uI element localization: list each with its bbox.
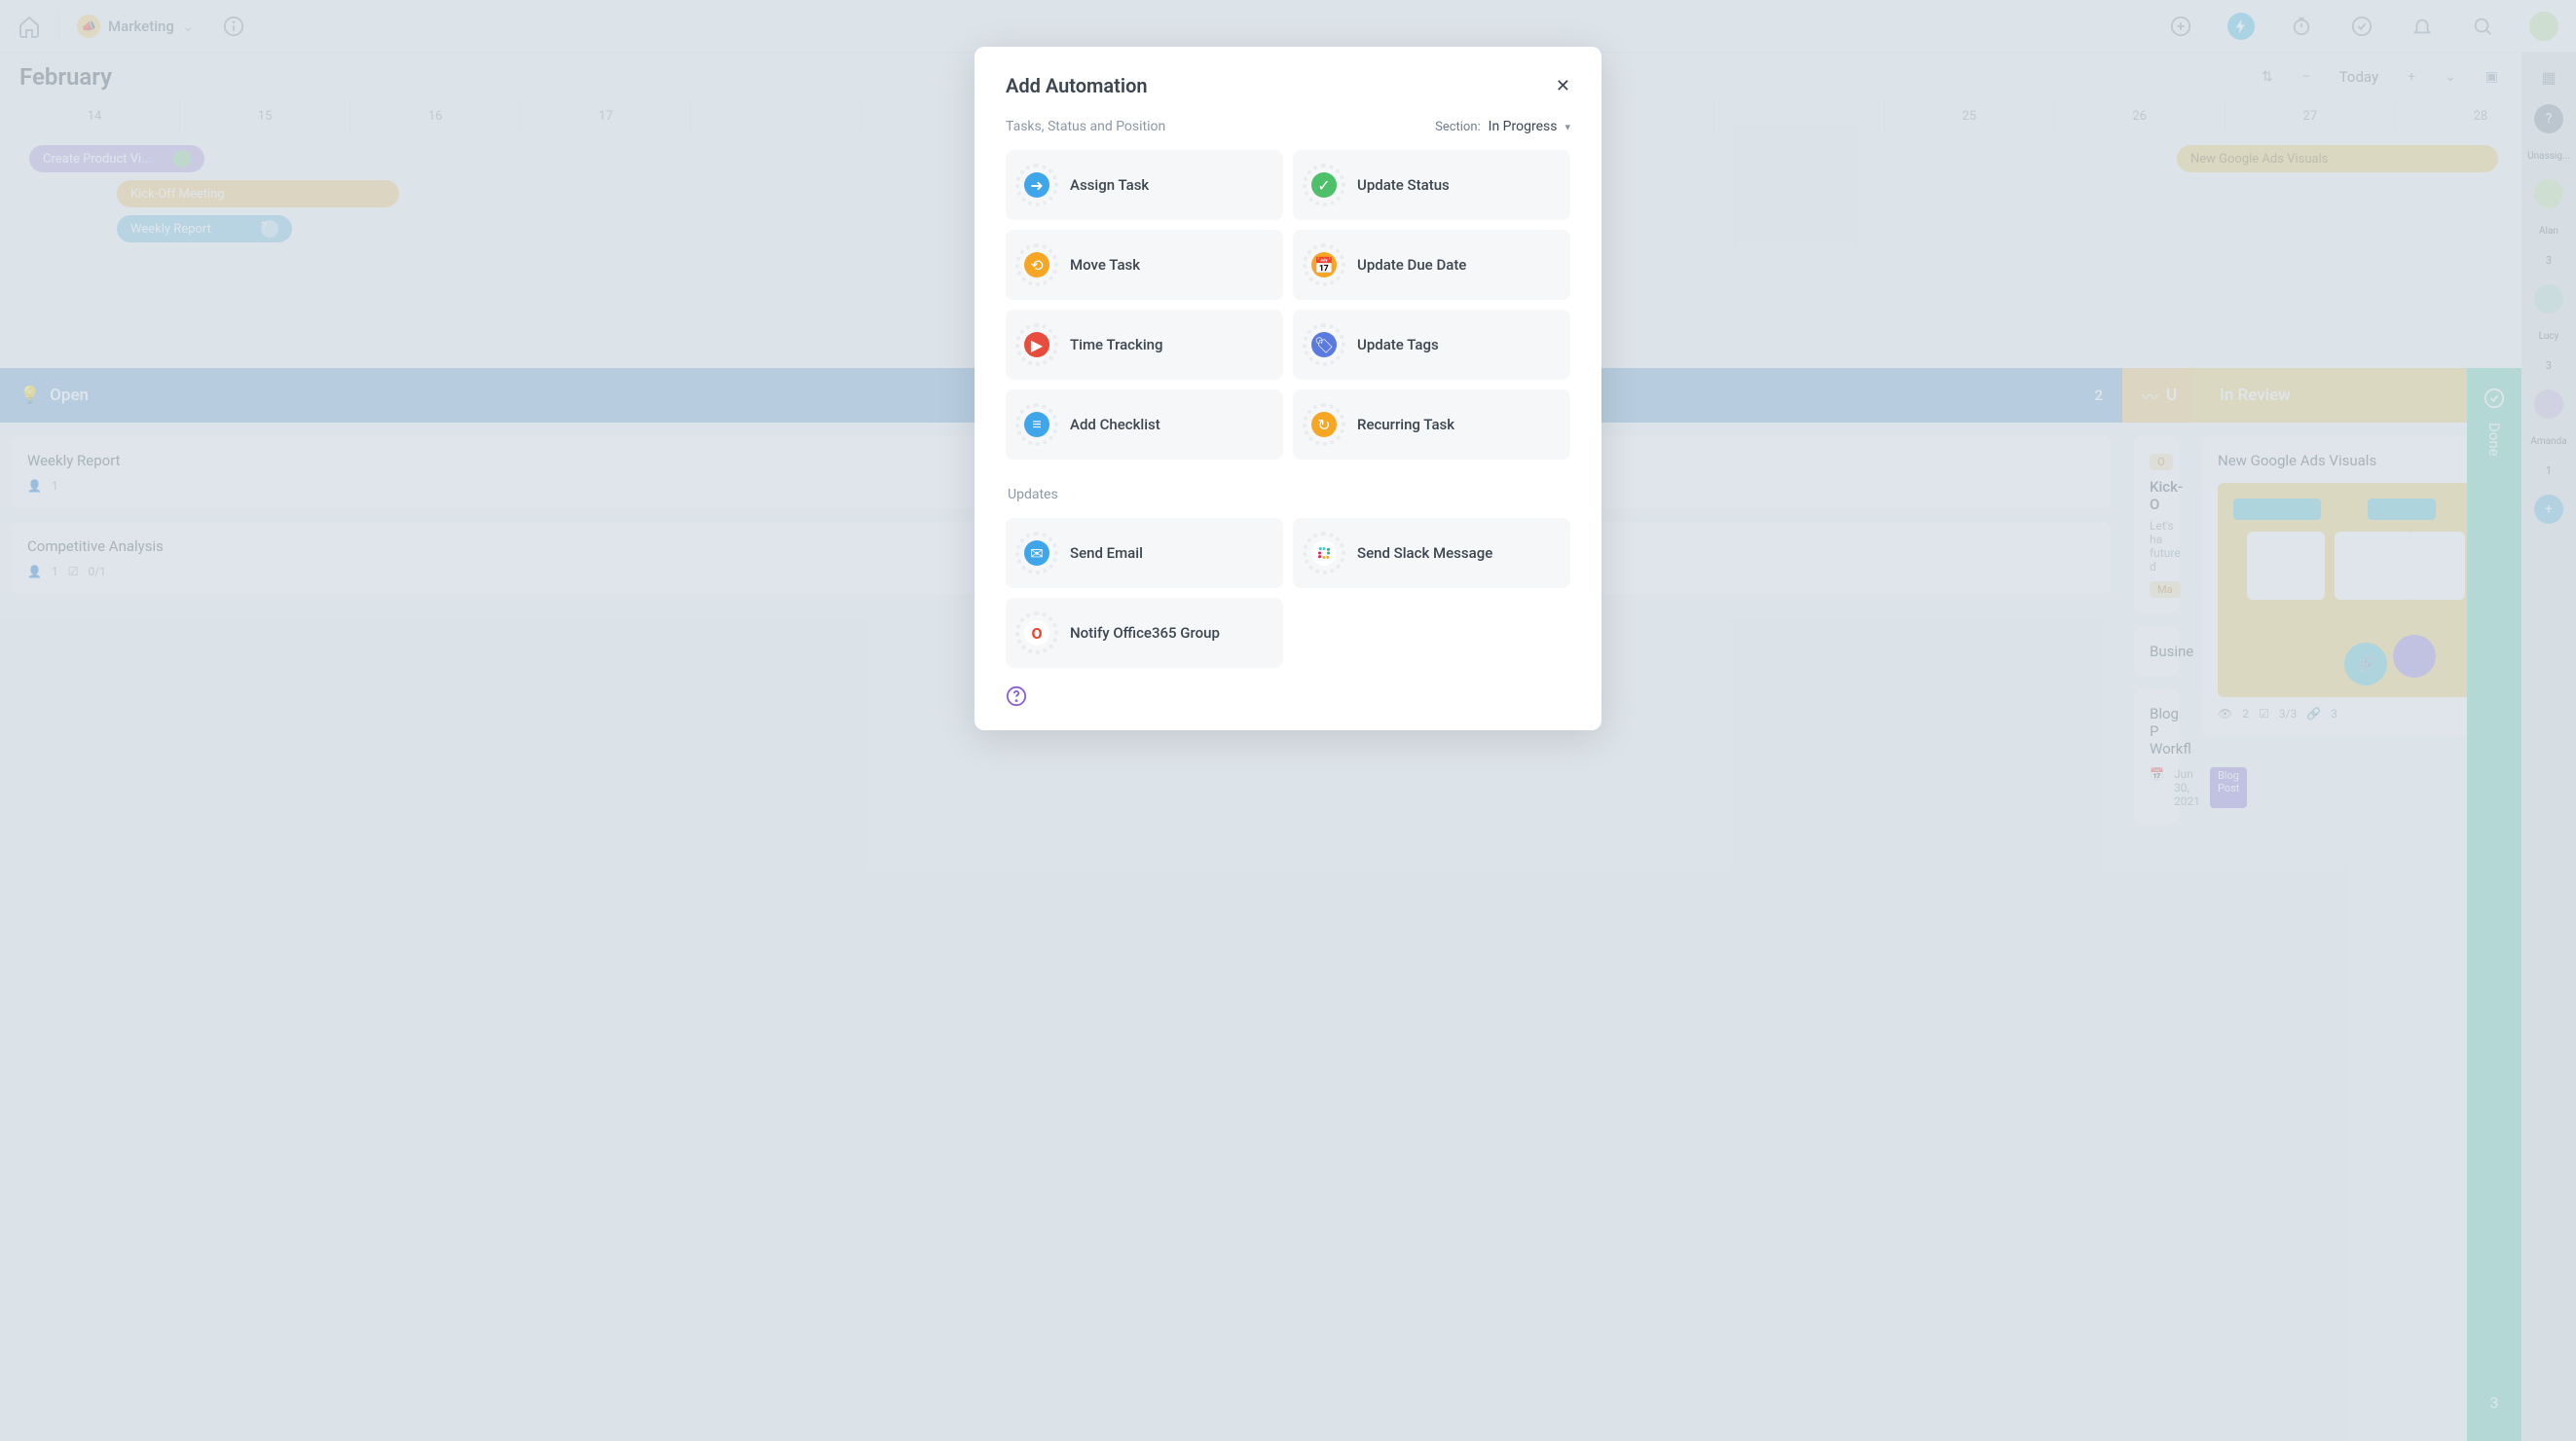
section-category: Updates bbox=[1008, 487, 1570, 502]
option-recurring-task[interactable]: ↻ Recurring Task bbox=[1293, 389, 1570, 460]
option-update-status[interactable]: ✓ Update Status bbox=[1293, 150, 1570, 220]
add-automation-modal: Add Automation ✕ Tasks, Status and Posit… bbox=[975, 47, 1601, 730]
section-category: Tasks, Status and Position bbox=[1006, 119, 1165, 134]
option-move-task[interactable]: ⟲ Move Task bbox=[1006, 230, 1283, 300]
close-icon[interactable]: ✕ bbox=[1556, 76, 1570, 96]
option-send-slack[interactable]: Send Slack Message bbox=[1293, 518, 1570, 588]
option-notify-office365[interactable]: O Notify Office365 Group bbox=[1006, 598, 1283, 668]
option-update-due-date[interactable]: 📅 Update Due Date bbox=[1293, 230, 1570, 300]
modal-overlay: Add Automation ✕ Tasks, Status and Posit… bbox=[0, 0, 2576, 1441]
chevron-down-icon[interactable]: ▾ bbox=[1564, 121, 1570, 133]
option-time-tracking[interactable]: ▶ Time Tracking bbox=[1006, 310, 1283, 380]
section-label: Section: bbox=[1435, 120, 1481, 134]
option-add-checklist[interactable]: ≡ Add Checklist bbox=[1006, 389, 1283, 460]
option-assign-task[interactable]: ➜ Assign Task bbox=[1006, 150, 1283, 220]
option-send-email[interactable]: ✉ Send Email bbox=[1006, 518, 1283, 588]
modal-title: Add Automation bbox=[1006, 74, 1148, 97]
help-icon[interactable] bbox=[1006, 685, 1027, 707]
section-value: In Progress bbox=[1489, 119, 1558, 134]
option-update-tags[interactable]: 🏷 Update Tags bbox=[1293, 310, 1570, 380]
